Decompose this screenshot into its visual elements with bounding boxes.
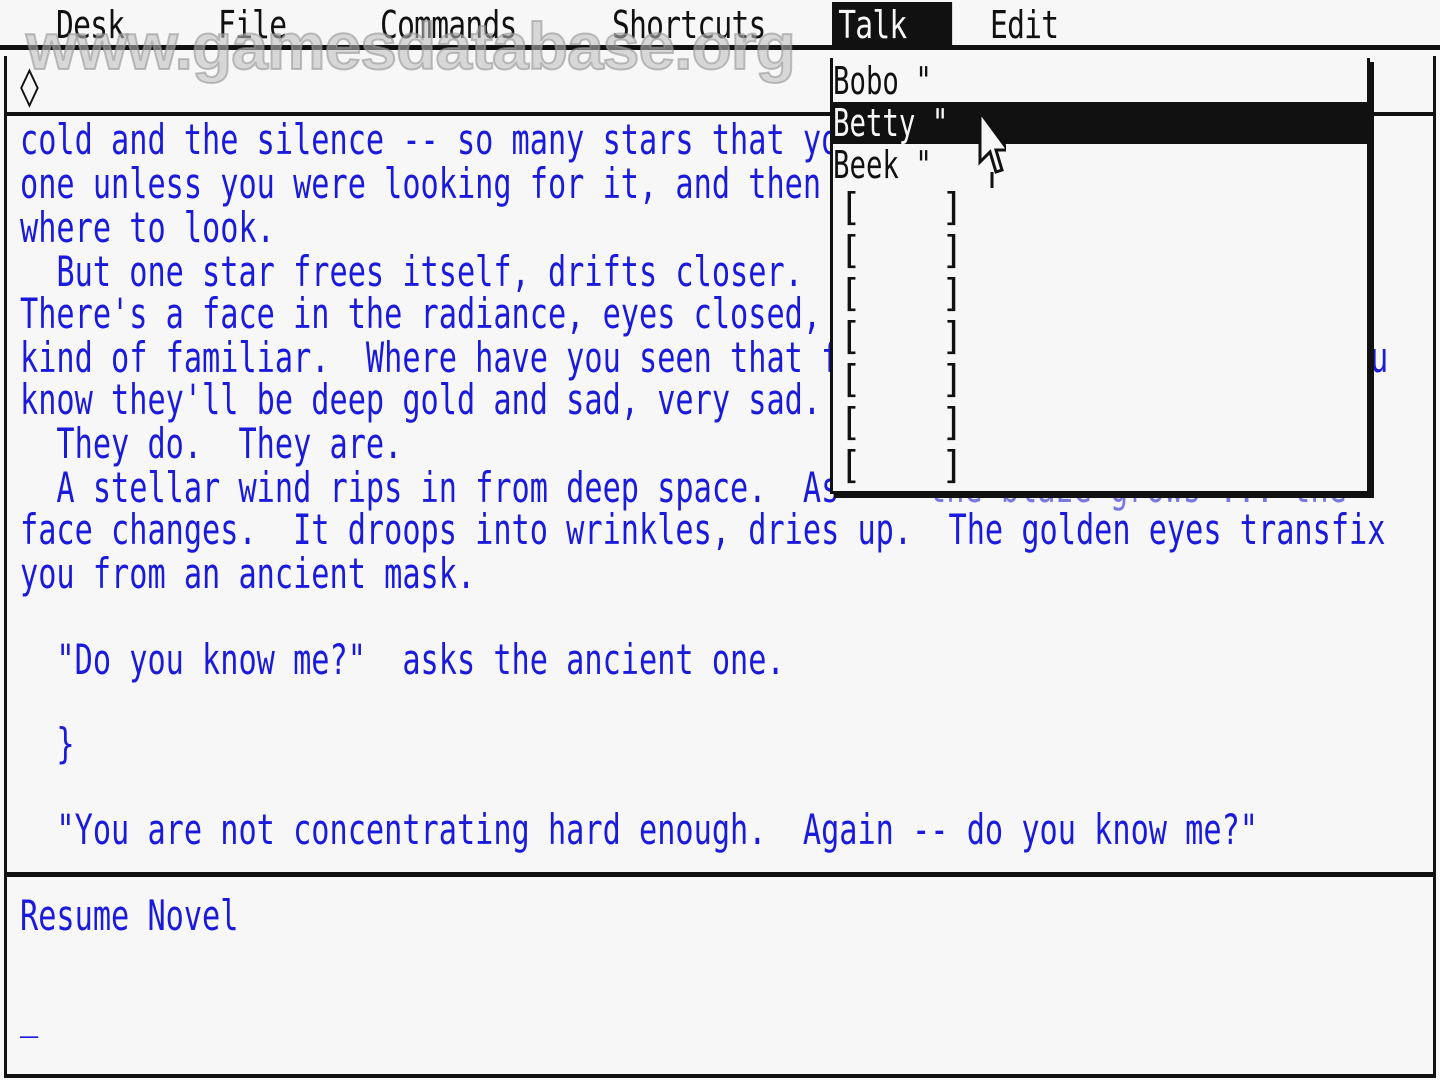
story-line: cold and the silence -- so many stars th… (20, 118, 840, 164)
mouse-pointer-icon (978, 110, 1006, 188)
talk-item-label: Betty " (833, 101, 949, 145)
command-text: Resume Novel (20, 891, 239, 940)
story-line: } (20, 719, 75, 768)
talk-item-label: Beek " (833, 143, 932, 187)
menu-desk[interactable]: Desk (56, 2, 125, 50)
talk-empty-slot[interactable]: [ ] (833, 401, 1367, 443)
menu-commands[interactable]: Commands (380, 2, 517, 50)
slot-close-bracket: ] (941, 314, 964, 358)
story-line: "You are not concentrating hard enough. … (20, 805, 1259, 854)
slot-close-bracket: ] (941, 271, 964, 315)
slot-close-bracket: ] (941, 400, 964, 444)
pane-divider[interactable] (4, 872, 1436, 877)
menu-shortcuts[interactable]: Shortcuts (612, 2, 766, 50)
desktop-screen: Desk File Commands Shortcuts Talk Edit ◊… (0, 0, 1440, 1080)
slot-close-bracket: ] (941, 357, 964, 401)
story-line-overflow: u (1370, 333, 1389, 382)
talk-empty-slot[interactable]: [ ] (833, 358, 1367, 400)
slot-open-bracket: [ (839, 357, 862, 401)
menu-edit[interactable]: Edit (990, 2, 1059, 50)
story-line: kind of familiar. Where have you seen th… (20, 333, 840, 382)
story-line: There's a face in the radiance, eyes clo… (20, 289, 822, 338)
slot-open-bracket: [ (839, 314, 862, 358)
talk-item-beek[interactable]: Beek " (833, 144, 1367, 186)
story-line: you from an ancient mask. (20, 549, 476, 598)
talk-empty-slot[interactable]: [ ] (833, 444, 1367, 486)
slot-open-bracket: [ (839, 228, 862, 272)
slot-open-bracket: [ (839, 185, 862, 229)
story-line: where to look. (20, 203, 275, 252)
menu-file[interactable]: File (218, 2, 287, 50)
talk-item-bobo[interactable]: Bobo " (833, 60, 1367, 102)
slot-open-bracket: [ (839, 400, 862, 444)
story-line: They do. They are. (20, 419, 403, 468)
story-line: face changes. It droops into wrinkles, d… (20, 505, 1386, 554)
talk-empty-slot[interactable]: [ ] (833, 272, 1367, 314)
talk-item-betty[interactable]: Betty " (833, 102, 1367, 144)
story-line: "Do you know me?" asks the ancient one. (20, 635, 785, 684)
menu-talk[interactable]: Talk (832, 2, 953, 50)
talk-item-label: Bobo " (833, 59, 932, 103)
story-line: know they'll be deep gold and sad, very … (20, 375, 822, 424)
window-close-icon[interactable]: ◊ (18, 64, 41, 108)
slot-open-bracket: [ (839, 443, 862, 487)
slot-close-bracket: ] (941, 443, 964, 487)
story-line: But one star frees itself, drifts closer… (20, 247, 803, 296)
talk-empty-slot[interactable]: [ ] (833, 186, 1367, 228)
text-cursor: _ (20, 989, 39, 1038)
talk-empty-slot[interactable]: [ ] (833, 229, 1367, 271)
talk-empty-slot[interactable]: [ ] (833, 315, 1367, 357)
slot-close-bracket: ] (941, 185, 964, 229)
talk-menu-dropdown: Bobo " Betty " Beek " [ ] [ ] [ ] [ ] [ … (830, 58, 1370, 494)
slot-close-bracket: ] (941, 228, 964, 272)
story-line: one unless you were looking for it, and … (20, 159, 822, 208)
story-line: A stellar wind rips in from deep space. … (20, 463, 840, 512)
slot-open-bracket: [ (839, 271, 862, 315)
menu-bar: Desk File Commands Shortcuts Talk Edit (0, 0, 1440, 50)
window-bottom-border (4, 1074, 1436, 1078)
command-input-area[interactable]: Resume Novel _ (10, 880, 1420, 1070)
